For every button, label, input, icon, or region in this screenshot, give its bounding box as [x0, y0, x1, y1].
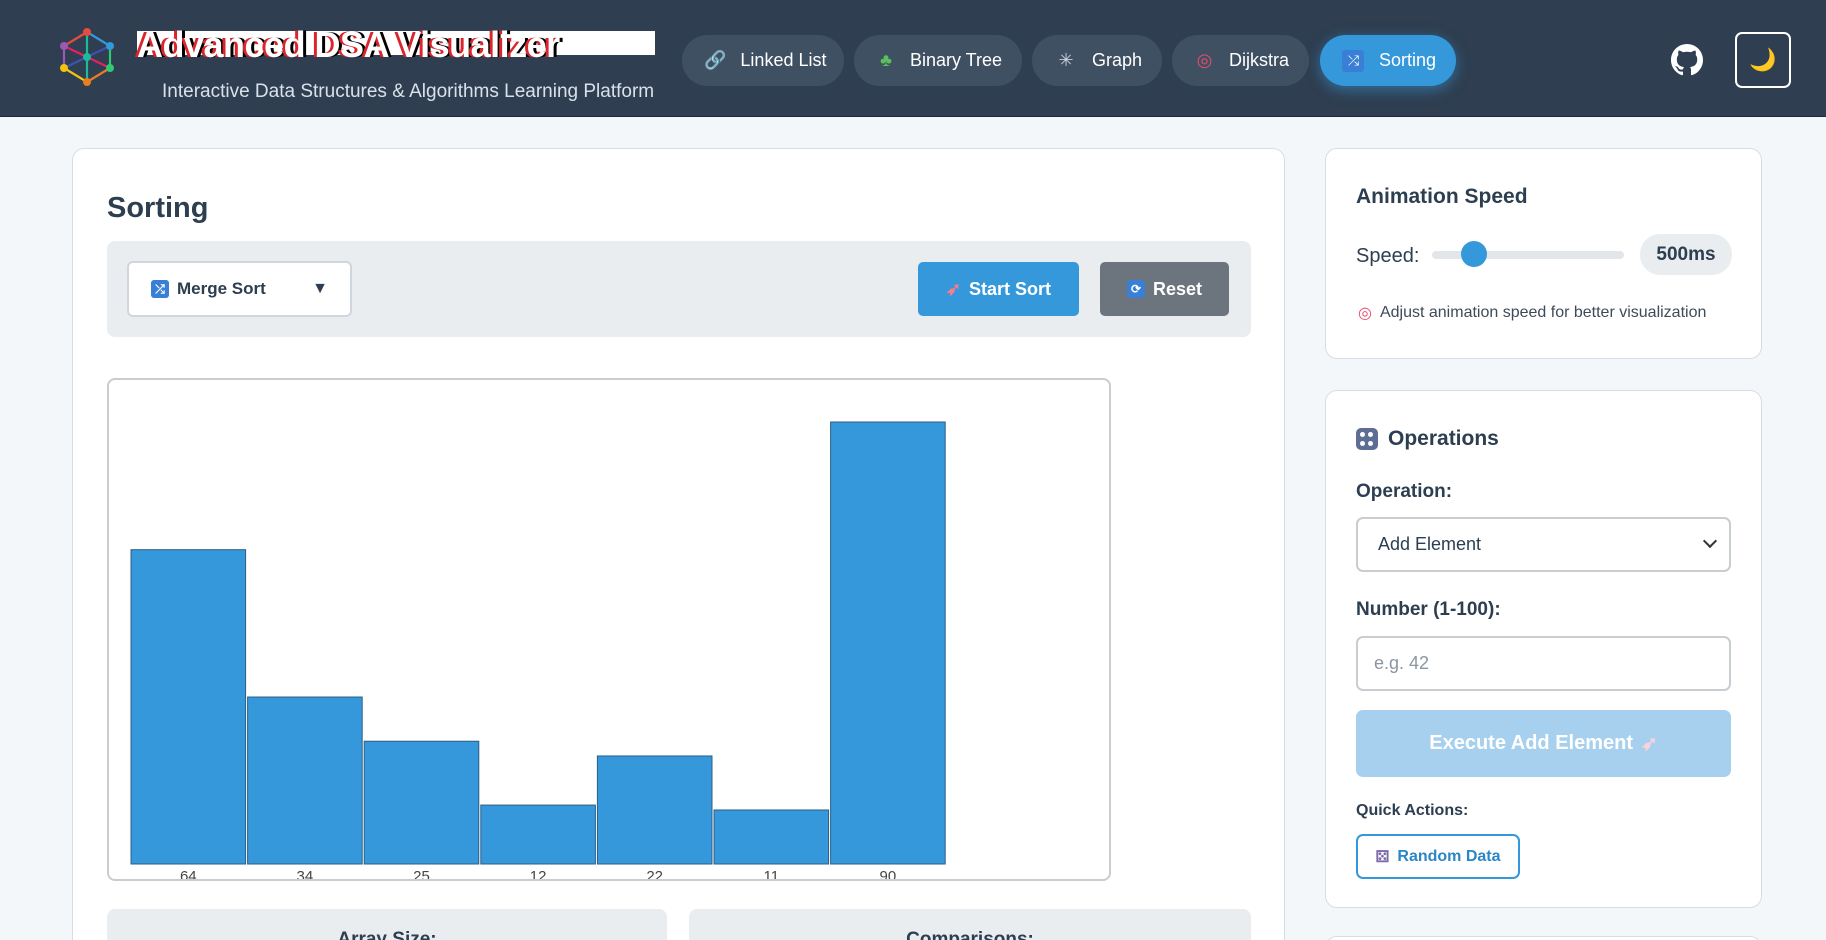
nav-tab-label: Dijkstra: [1228, 50, 1289, 70]
bar-64: [130, 549, 247, 865]
moon-icon: 🌙: [1749, 47, 1777, 72]
operations-title-text: Operations: [1388, 427, 1499, 450]
random-data-label: Random Data: [1397, 847, 1501, 865]
operation-label: Operation:: [1356, 481, 1453, 502]
target-icon: ◎: [1196, 50, 1213, 70]
app-title: Advanced DSA Visualizer: [137, 27, 655, 63]
algorithm-select-value: Merge Sort: [177, 279, 266, 298]
network-logo-icon: [60, 28, 114, 86]
bar-label-12: 12: [530, 868, 547, 879]
tree-icon: ♣: [880, 50, 892, 70]
bar-12: [480, 804, 596, 865]
theme-toggle-button[interactable]: 🌙: [1735, 32, 1791, 88]
animation-speed-panel: Animation Speed Speed: 500ms ◎ Adjust an…: [1325, 148, 1762, 359]
nav-tab-sorting[interactable]: ⤮ Sorting: [1320, 35, 1456, 86]
shuffle-icon: ⤮: [151, 280, 169, 298]
rocket-icon: ➶: [945, 278, 962, 299]
speed-value: 500ms: [1640, 234, 1732, 275]
target-icon: ◎: [1358, 305, 1372, 322]
stat-array-size: Array Size:: [107, 909, 667, 940]
operation-select[interactable]: Add Element: [1356, 517, 1731, 572]
chevron-down-icon: [1702, 533, 1718, 549]
app-title-text: Advanced DSA Visualizer: [137, 24, 560, 65]
app-subtitle: Interactive Data Structures & Algorithms…: [162, 81, 655, 102]
bar-chart-svg: 64 34 25 12 22 11 90: [130, 421, 946, 879]
operation-select-value: Add Element: [1378, 534, 1482, 554]
bar-34: [247, 696, 363, 865]
stat-array-size-label: Array Size:: [337, 929, 437, 940]
stat-comparisons-label: Comparisons:: [906, 929, 1034, 940]
random-data-button[interactable]: ⚄ Random Data: [1356, 834, 1520, 879]
web-icon: ✳: [1058, 50, 1074, 70]
operations-panel: Operations Operation: Add Element Number…: [1325, 390, 1762, 908]
reset-button[interactable]: ⟳ Reset: [1100, 262, 1229, 316]
refresh-icon: ⟳: [1126, 280, 1145, 298]
bar-22: [596, 755, 713, 865]
bar-label-22: 22: [646, 868, 663, 879]
stat-comparisons: Comparisons:: [689, 909, 1251, 940]
app-header: Advanced DSA Visualizer Interactive Data…: [0, 0, 1826, 117]
speed-title: Animation Speed: [1356, 185, 1528, 208]
nav-tab-binary-tree[interactable]: ♣ Binary Tree: [854, 35, 1022, 86]
control-knobs-icon: [1356, 428, 1378, 450]
speed-slider-thumb[interactable]: [1461, 241, 1488, 267]
caret-down-icon: ▼: [312, 280, 328, 297]
nav-tab-label: Sorting: [1378, 50, 1436, 70]
nav-tab-label: Binary Tree: [909, 50, 1002, 70]
execute-button[interactable]: Execute Add Element ➶: [1356, 710, 1731, 777]
github-icon[interactable]: [1671, 44, 1703, 76]
bar-label-64: 64: [180, 868, 197, 879]
nav-tab-dijkstra[interactable]: ◎ Dijkstra: [1172, 35, 1309, 86]
next-panel: [1325, 936, 1762, 940]
bar-11: [713, 809, 830, 865]
number-input[interactable]: [1356, 636, 1731, 691]
nav-tab-label: Linked List: [740, 50, 827, 70]
sort-controls: ⤮ Merge Sort ▼ ➶ Start Sort ⟳ Reset: [107, 241, 1251, 337]
nav-tab-label: Graph: [1091, 50, 1142, 70]
page-title: Sorting: [107, 192, 209, 224]
execute-label: Execute Add Element: [1429, 732, 1633, 754]
nav-tab-linked-list[interactable]: 🔗 Linked List: [682, 35, 844, 86]
bar-25: [363, 740, 480, 865]
shuffle-icon: ⤮: [1342, 48, 1365, 74]
algorithm-select[interactable]: ⤮ Merge Sort ▼: [127, 261, 352, 317]
speed-hint-text: Adjust animation speed for better visual…: [1379, 304, 1707, 321]
dice-icon: ⚄: [1375, 848, 1390, 866]
operations-title: Operations: [1356, 427, 1499, 451]
bar-label-34: 34: [297, 868, 314, 879]
bar-label-25: 25: [413, 868, 430, 879]
speed-hint: ◎ Adjust animation speed for better visu…: [1358, 303, 1706, 323]
number-label: Number (1-100):: [1356, 599, 1501, 620]
speed-label: Speed:: [1356, 245, 1420, 267]
link-icon: 🔗: [704, 50, 727, 70]
quick-actions-label: Quick Actions:: [1356, 802, 1469, 819]
start-sort-label: Start Sort: [969, 278, 1052, 299]
bar-label-11: 11: [764, 868, 780, 879]
bar-90: [830, 421, 946, 865]
sorting-bar-chart: 64 34 25 12 22 11 90: [107, 378, 1111, 881]
nav-tab-graph[interactable]: ✳ Graph: [1032, 35, 1162, 86]
bar-label-90: 90: [880, 868, 897, 879]
reset-label: Reset: [1152, 278, 1203, 299]
start-sort-button[interactable]: ➶ Start Sort: [918, 262, 1079, 316]
sorting-panel: Sorting ⤮ Merge Sort ▼ ➶ Start Sort ⟳ Re…: [72, 148, 1285, 940]
rocket-icon: ➶: [1641, 733, 1658, 755]
